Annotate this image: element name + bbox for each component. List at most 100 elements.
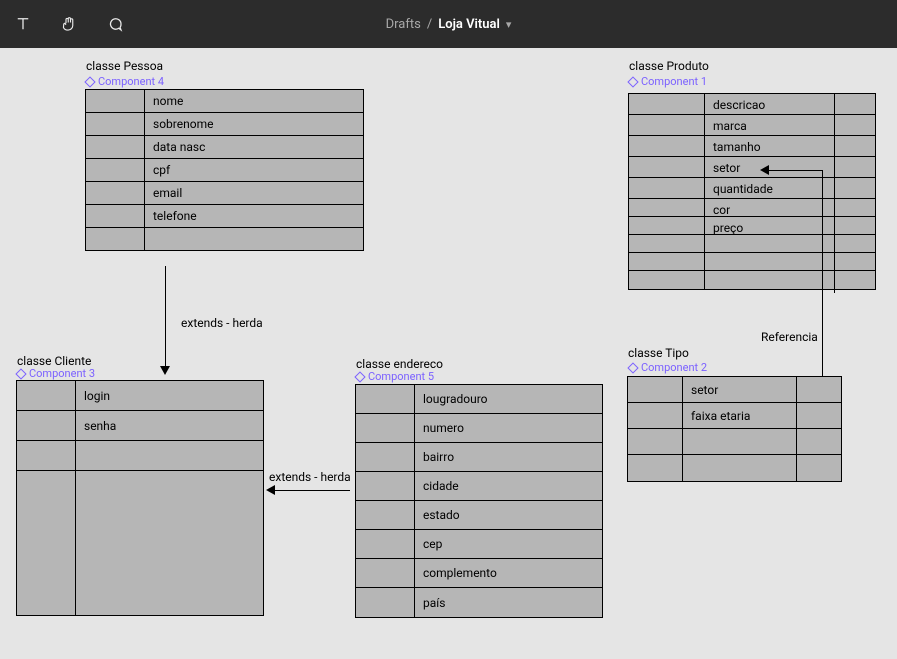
component-label-cliente[interactable]: Component 3 <box>17 367 95 380</box>
table-row: setor <box>629 157 875 178</box>
table-row: tamanho <box>629 136 875 157</box>
table-row: nome <box>86 90 363 113</box>
breadcrumb[interactable]: Drafts / Loja Vitual ▾ <box>386 17 512 32</box>
table-row: cidade <box>356 472 602 501</box>
page-title[interactable]: Loja Vitual <box>438 17 500 32</box>
cell-value: estado <box>415 501 602 529</box>
table-row: complemento <box>356 559 602 588</box>
table-row: telefone <box>86 205 363 228</box>
cell-value: numero <box>415 414 602 442</box>
component-label-text: Component 5 <box>368 370 434 383</box>
component-label-pessoa[interactable]: Component 4 <box>86 75 164 88</box>
table-row <box>17 441 263 471</box>
table-row: país <box>356 588 602 617</box>
cell-value: sobrenome <box>145 113 363 135</box>
canvas[interactable]: classe Pessoa Component 4 nome sobrenome… <box>0 48 897 659</box>
arrow-pessoa-cliente <box>165 266 166 366</box>
component-icon <box>354 371 365 382</box>
edge-label-referencia: Referencia <box>761 330 818 344</box>
comment-icon[interactable] <box>106 15 124 33</box>
table-row <box>629 271 875 289</box>
cell-value: marca <box>705 115 835 137</box>
text-tool-icon[interactable] <box>14 15 32 33</box>
arrow-tipo-produto-h <box>768 170 823 171</box>
cell-value: nome <box>145 90 363 112</box>
table-row: preço <box>629 217 875 235</box>
table-row: marca <box>629 115 875 136</box>
table-endereco[interactable]: lougradouro numero bairro cidade estado … <box>355 384 603 618</box>
table-row <box>17 471 263 615</box>
breadcrumb-root[interactable]: Drafts <box>386 17 421 32</box>
arrow-head-down-icon <box>160 366 170 375</box>
component-label-text: Component 4 <box>98 75 164 88</box>
cell-value: setor <box>705 157 835 179</box>
cell-value: tamanho <box>705 136 835 158</box>
edge-label-extends2: extends - herda <box>269 470 351 484</box>
cell-value: lougradouro <box>415 385 602 413</box>
table-row: lougradouro <box>356 385 602 414</box>
cell-value: data nasc <box>145 136 363 158</box>
cell-value: cpf <box>145 159 363 181</box>
arrow-head-left-icon <box>760 165 769 175</box>
cell-value: bairro <box>415 443 602 471</box>
class-title-tipo: classe Tipo <box>628 346 689 360</box>
table-row: cor <box>629 199 875 217</box>
table-row: estado <box>356 501 602 530</box>
table-row: descricao <box>629 94 875 115</box>
cell-value: telefone <box>145 205 363 227</box>
cell-value: país <box>415 588 602 617</box>
class-title-cliente: classe Cliente <box>17 354 91 368</box>
toolbar: Drafts / Loja Vitual ▾ <box>0 0 897 48</box>
table-row: cpf <box>86 159 363 182</box>
table-row: faixa etaria <box>628 403 841 429</box>
hand-tool-icon[interactable] <box>60 15 78 33</box>
cell-value: quantidade <box>705 178 835 200</box>
table-row: sobrenome <box>86 113 363 136</box>
cell-value: setor <box>683 377 797 402</box>
class-title-endereco: classe endereco <box>356 357 443 371</box>
cell-value <box>683 455 797 481</box>
component-label-text: Component 2 <box>641 361 707 374</box>
cell-value: email <box>145 182 363 204</box>
chevron-down-icon[interactable]: ▾ <box>506 18 512 31</box>
table-row: setor <box>628 377 841 403</box>
edge-label-extends1: extends - herda <box>181 316 263 330</box>
component-icon <box>15 368 26 379</box>
table-pessoa[interactable]: nome sobrenome data nasc cpf email telef… <box>85 89 364 251</box>
cell-value <box>145 228 363 250</box>
cell-value: login <box>76 381 263 410</box>
cell-value: senha <box>76 411 263 440</box>
table-produto[interactable]: descricao marca tamanho setor quantidade… <box>628 93 876 290</box>
component-label-text: Component 3 <box>29 367 95 380</box>
table-row: numero <box>356 414 602 443</box>
table-row: login <box>17 381 263 411</box>
table-row <box>628 455 841 481</box>
cell-value <box>705 271 835 293</box>
table-cliente[interactable]: login senha <box>16 380 264 616</box>
table-row: quantidade <box>629 178 875 199</box>
cell-value <box>683 429 797 454</box>
component-label-tipo[interactable]: Component 2 <box>629 361 707 374</box>
component-icon <box>627 76 638 87</box>
table-tipo[interactable]: setor faixa etaria <box>627 376 842 482</box>
table-row: data nasc <box>86 136 363 159</box>
class-title-pessoa: classe Pessoa <box>86 59 163 73</box>
cell-value <box>76 441 263 470</box>
component-label-endereco[interactable]: Component 5 <box>356 370 434 383</box>
toolbar-icon-group <box>14 15 124 33</box>
table-row <box>86 228 363 250</box>
table-row <box>629 235 875 253</box>
component-label-produto[interactable]: Component 1 <box>629 75 707 88</box>
cell-value: cep <box>415 530 602 558</box>
table-row <box>628 429 841 455</box>
arrow-endereco-cliente <box>274 490 350 491</box>
component-icon <box>84 76 95 87</box>
component-label-text: Component 1 <box>641 75 707 88</box>
table-row: email <box>86 182 363 205</box>
arrow-tipo-produto-v <box>822 170 823 376</box>
component-icon <box>627 362 638 373</box>
cell-value: complemento <box>415 559 602 587</box>
class-title-produto: classe Produto <box>629 59 709 73</box>
breadcrumb-separator: / <box>427 17 432 32</box>
arrow-head-left-icon <box>266 485 275 495</box>
